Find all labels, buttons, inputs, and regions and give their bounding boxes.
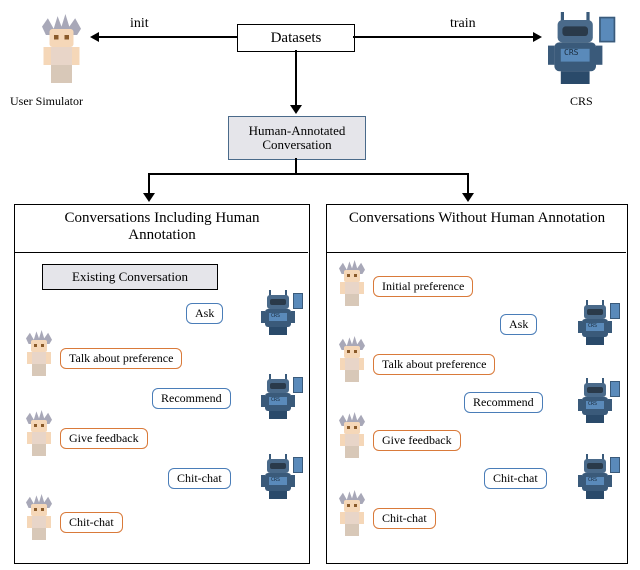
init-arrow-head: [90, 32, 99, 42]
left-title-divider: [14, 252, 308, 253]
train-arrow: [353, 36, 533, 38]
left-chit-user-bubble: Chit-chat: [60, 512, 123, 533]
right-robot-1: [578, 300, 618, 346]
left-chit-robot-bubble: Chit-chat: [168, 468, 231, 489]
left-recommend-bubble: Recommend: [152, 388, 231, 409]
human-annotated-label: Human-Annotated Conversation: [229, 122, 365, 155]
branch-stem: [295, 158, 297, 174]
left-panel-title: Conversations Including Human Annotation: [36, 210, 288, 244]
branch-right-head: [462, 193, 474, 202]
right-robot-2: [578, 378, 618, 424]
down-arrow-1: [295, 50, 297, 105]
right-user-3: [335, 412, 369, 458]
right-give-feedback-bubble: Give feedback: [373, 430, 461, 451]
init-arrow: [98, 36, 237, 38]
right-title-divider: [326, 252, 626, 253]
left-give-feedback-bubble: Give feedback: [60, 428, 148, 449]
crs-sprite: [548, 12, 612, 86]
datasets-label: Datasets: [271, 30, 322, 47]
user-simulator-label: User Simulator: [10, 94, 83, 109]
right-ask-bubble: Ask: [500, 314, 537, 335]
right-initial-pref-bubble: Initial preference: [373, 276, 473, 297]
left-user-3: [22, 494, 56, 540]
train-arrow-head: [533, 32, 542, 42]
right-talk-pref-bubble: Talk about preference: [373, 354, 495, 375]
crs-label: CRS: [570, 94, 593, 109]
right-recommend-bubble: Recommend: [464, 392, 543, 413]
branch-right-down: [467, 173, 469, 193]
left-robot-2: [261, 374, 301, 420]
down-arrow-1-head: [290, 105, 302, 114]
branch-left-down: [148, 173, 150, 193]
branch-horizontal: [148, 173, 468, 175]
init-label: init: [130, 16, 149, 32]
train-label: train: [450, 16, 476, 32]
left-ask-bubble: Ask: [186, 303, 223, 324]
left-talk-pref-bubble: Talk about preference: [60, 348, 182, 369]
right-robot-3: [578, 454, 618, 500]
human-annotated-box: Human-Annotated Conversation: [228, 116, 366, 160]
right-user-4: [335, 490, 369, 536]
left-robot-1: [261, 290, 301, 336]
right-panel-title: Conversations Without Human Annotation: [348, 210, 606, 227]
left-user-2: [22, 410, 56, 456]
existing-conversation-box: Existing Conversation: [42, 264, 218, 290]
right-chit-user-bubble: Chit-chat: [373, 508, 436, 529]
datasets-box: Datasets: [237, 24, 355, 52]
left-robot-3: [261, 454, 301, 500]
left-user-1: [22, 330, 56, 376]
existing-conversation-label: Existing Conversation: [72, 269, 188, 285]
branch-left-head: [143, 193, 155, 202]
right-user-2: [335, 336, 369, 382]
right-chit-robot-bubble: Chit-chat: [484, 468, 547, 489]
user-simulator-sprite: [36, 14, 87, 83]
right-user-1: [335, 260, 369, 306]
